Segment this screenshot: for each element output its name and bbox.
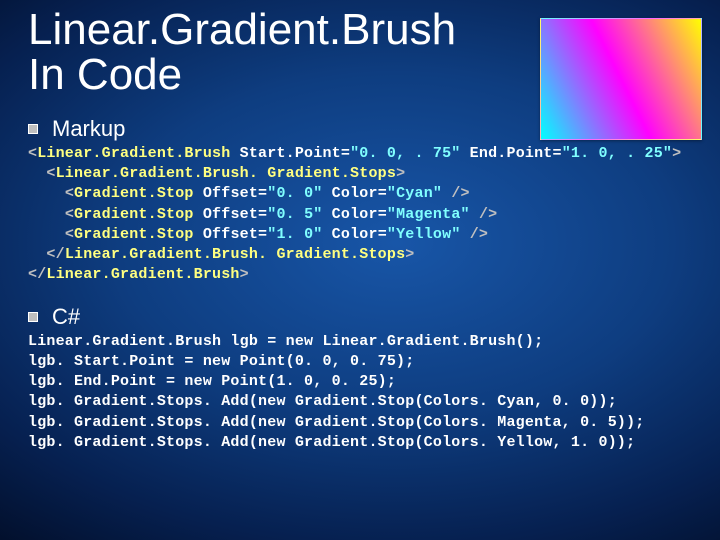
bullet-icon <box>28 124 38 134</box>
code-csharp: Linear.Gradient.Brush lgb = new Linear.G… <box>28 332 692 454</box>
bullet-icon <box>28 312 38 322</box>
bullet-csharp-label: C# <box>52 304 80 330</box>
gradient-swatch <box>540 18 702 140</box>
title-line-2: In Code <box>28 50 182 99</box>
slide: Linear.Gradient.Brush In Code Markup <Li… <box>0 0 720 540</box>
bullet-markup-label: Markup <box>52 116 125 142</box>
code-markup: <Linear.Gradient.Brush Start.Point="0. 0… <box>28 144 692 286</box>
bullet-csharp: C# <box>28 304 692 330</box>
title-line-1: Linear.Gradient.Brush <box>28 5 456 54</box>
